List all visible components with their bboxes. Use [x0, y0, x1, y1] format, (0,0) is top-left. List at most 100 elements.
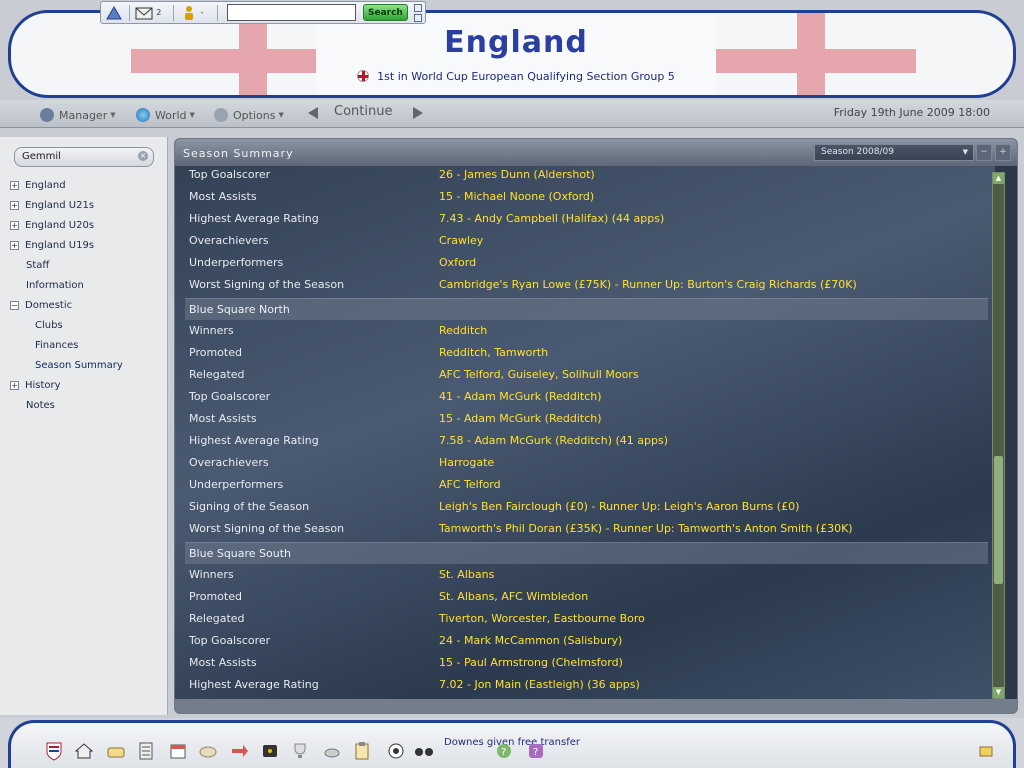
scroll-down-icon[interactable]: ▼ [993, 687, 1004, 698]
calendar-icon[interactable] [168, 741, 188, 761]
table-row: Winners Redditch [185, 319, 988, 341]
row-value[interactable]: 26 - James Dunn (Aldershot) [439, 168, 595, 181]
search-button[interactable]: Search [362, 4, 408, 21]
sidebar-item-information[interactable]: Information [26, 276, 84, 294]
sidebar-item-label: England U20s [25, 219, 95, 231]
row-value[interactable]: 15 - Paul Armstrong (Chelmsford) [439, 656, 623, 669]
mail-count: 2 [156, 8, 162, 17]
manager-menu[interactable]: Manager ▼ [40, 105, 116, 125]
expand-icon[interactable]: + [10, 240, 19, 250]
sidebar-item-notes[interactable]: Notes [26, 396, 55, 414]
flag-cross-left-horizontal [131, 49, 316, 73]
table-row: Winners St. Albans [185, 563, 988, 585]
person-icon[interactable] [179, 4, 199, 22]
club-badge-icon[interactable] [44, 741, 64, 761]
top-toolbar: 2 - Search [100, 1, 426, 24]
sidebar-item-domestic[interactable]: − Domestic [10, 296, 72, 314]
search-input[interactable] [227, 4, 356, 21]
sidebar-item-label: Notes [26, 399, 55, 411]
row-value[interactable]: Cambridge's Ryan Lowe (£75K) - Runner Up… [439, 278, 857, 291]
transfer-icon[interactable] [230, 741, 250, 761]
row-value[interactable]: 15 - Adam McGurk (Redditch) [439, 412, 602, 425]
row-label: Overachievers [189, 233, 269, 247]
minimize-icon[interactable] [413, 13, 422, 22]
scroll-up-icon[interactable]: ▲ [993, 173, 1004, 184]
sidebar-item-history[interactable]: + History [10, 376, 61, 394]
sidebar-item-staff[interactable]: Staff [26, 256, 49, 274]
scrollbar-thumb[interactable] [994, 456, 1003, 584]
clear-icon[interactable]: × [138, 151, 148, 161]
expand-icon[interactable]: + [10, 180, 19, 190]
row-value[interactable]: Tamworth's Phil Doran (£35K) - Runner Up… [439, 522, 853, 535]
app-logo-icon[interactable] [104, 4, 124, 22]
svg-text:?: ? [533, 747, 538, 758]
expand-icon[interactable]: + [10, 200, 19, 210]
sidebar-search-field[interactable]: Gemmil × [14, 147, 154, 167]
season-select[interactable]: Season 2008/09 ▼ [814, 144, 974, 161]
expand-icon[interactable]: + [10, 380, 19, 390]
sidebar: Gemmil × + England + England U21s + England… [0, 137, 168, 715]
row-value[interactable]: Leigh's Ben Fairclough (£0) - Runner Up:… [439, 500, 799, 513]
row-label: Underperformers [189, 255, 284, 269]
table-row: Overachievers Harrogate [185, 451, 988, 473]
vertical-scrollbar[interactable]: ▲ ▼ [992, 172, 1005, 699]
sidebar-item-england-u19s[interactable]: + England U19s [10, 236, 94, 254]
sidebar-item-clubs[interactable]: Clubs [35, 316, 63, 334]
info-icon[interactable]: ? [526, 741, 546, 761]
restore-icon[interactable] [413, 3, 422, 12]
sidebar-item-label: History [25, 379, 61, 391]
sidebar-item-england[interactable]: + England [10, 176, 66, 194]
row-value[interactable]: Oxford [439, 256, 476, 269]
continue-button[interactable]: Continue [334, 104, 392, 119]
season-summary-panel: Season Summary Season 2008/09 ▼ − + Top … [174, 138, 1018, 714]
collapse-icon[interactable]: − [10, 300, 19, 310]
panel-header: Season Summary Season 2008/09 ▼ − + [175, 139, 1017, 166]
row-value[interactable]: AFC Telford [439, 478, 501, 491]
options-menu[interactable]: Options ▼ [214, 105, 284, 125]
expand-icon[interactable]: + [10, 220, 19, 230]
row-value[interactable]: Crawley [439, 234, 483, 247]
row-value[interactable]: Redditch, Tamworth [439, 346, 548, 359]
row-label: Most Assists [189, 411, 257, 425]
match-icon[interactable] [386, 741, 406, 761]
table-row: Most Assists 15 - Paul Armstrong (Chelmsf… [185, 651, 988, 673]
collapse-panel-icon[interactable]: − [976, 144, 992, 161]
forward-arrow-icon[interactable] [413, 107, 423, 119]
help-icon[interactable]: ? [494, 741, 514, 761]
row-value[interactable]: 15 - Michael Noone (Oxford) [439, 190, 594, 203]
world-menu[interactable]: World ▼ [136, 105, 195, 125]
row-value[interactable]: Tiverton, Worcester, Eastbourne Boro [439, 612, 645, 625]
inbox-icon[interactable] [106, 741, 126, 761]
clipboard-icon[interactable] [352, 741, 372, 761]
row-value[interactable]: 7.02 - Jon Main (Eastleigh) (36 apps) [439, 678, 640, 691]
row-value[interactable]: AFC Telford, Guiseley, Solihull Moors [439, 368, 639, 381]
sidebar-item-england-u20s[interactable]: + England U20s [10, 216, 94, 234]
sidebar-item-season-summary[interactable]: Season Summary [35, 356, 123, 374]
squad-icon[interactable] [136, 741, 156, 761]
row-value[interactable]: Redditch [439, 324, 487, 337]
finances-icon[interactable] [260, 741, 280, 761]
trophy-icon[interactable] [290, 741, 310, 761]
row-value[interactable]: 41 - Adam McGurk (Redditch) [439, 390, 602, 403]
sidebar-item-england-u21s[interactable]: + England U21s [10, 196, 94, 214]
back-arrow-icon[interactable] [308, 107, 318, 119]
sidebar-item-finances[interactable]: Finances [35, 336, 78, 354]
row-value[interactable]: St. Albans, AFC Wimbledon [439, 590, 588, 603]
toolbar-divider [217, 4, 219, 21]
row-value[interactable]: 24 - Mark McCammon (Salisbury) [439, 634, 622, 647]
row-value[interactable]: St. Albans [439, 568, 494, 581]
expand-panel-icon[interactable]: + [995, 144, 1011, 161]
row-value[interactable]: 7.43 - Andy Campbell (Halifax) (44 apps) [439, 212, 664, 225]
scout-icon[interactable] [322, 741, 342, 761]
notification-icon[interactable] [976, 741, 996, 761]
row-value[interactable]: 7.58 - Adam McGurk (Redditch) (41 apps) [439, 434, 668, 447]
home-icon[interactable] [74, 741, 94, 761]
panel-footer [175, 699, 1017, 713]
tactics-icon[interactable] [198, 741, 218, 761]
mail-icon[interactable] [135, 4, 155, 22]
binoculars-icon[interactable] [414, 741, 434, 761]
table-row: Underperformers Oxford [185, 251, 988, 273]
row-label: Worst Signing of the Season [189, 277, 345, 291]
table-row: Promoted Redditch, Tamworth [185, 341, 988, 363]
row-value[interactable]: Harrogate [439, 456, 494, 469]
